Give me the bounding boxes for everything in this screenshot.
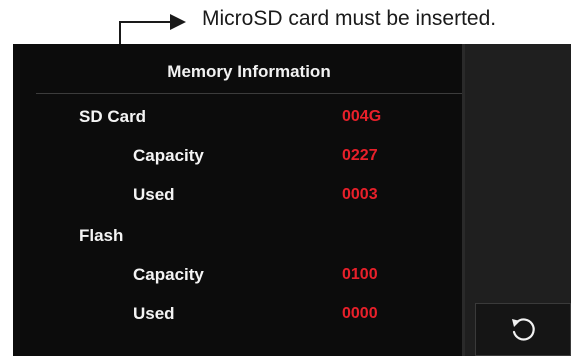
sd-card-value: 004G xyxy=(342,108,382,125)
arrow-right-icon xyxy=(170,14,186,30)
flash-used-label: Used xyxy=(133,304,175,323)
sd-used-label: Used xyxy=(133,185,175,204)
sd-capacity-value: 0227 xyxy=(342,147,378,164)
refresh-icon xyxy=(512,317,535,341)
sd-capacity-label: Capacity xyxy=(133,146,204,165)
sd-card-label: SD Card xyxy=(79,107,147,126)
page-title: Memory Information xyxy=(167,62,331,81)
callout-horizontal-line xyxy=(119,21,173,23)
flash-capacity-label: Capacity xyxy=(133,265,204,284)
annotation-callout: MicroSD card must be inserted. xyxy=(0,0,582,126)
flash-capacity-value: 0100 xyxy=(342,266,378,283)
flash-used-value: 0000 xyxy=(342,305,378,322)
sd-used-value: 0003 xyxy=(342,186,378,203)
device-screen: Memory Information SD Card 004G Capacity… xyxy=(13,44,571,356)
refresh-button[interactable] xyxy=(475,303,571,356)
annotation-text: MicroSD card must be inserted. xyxy=(202,7,497,30)
flash-label: Flash xyxy=(79,226,124,245)
title-divider xyxy=(36,93,462,94)
memory-info-panel: Memory Information SD Card 004G Capacity… xyxy=(13,44,462,356)
